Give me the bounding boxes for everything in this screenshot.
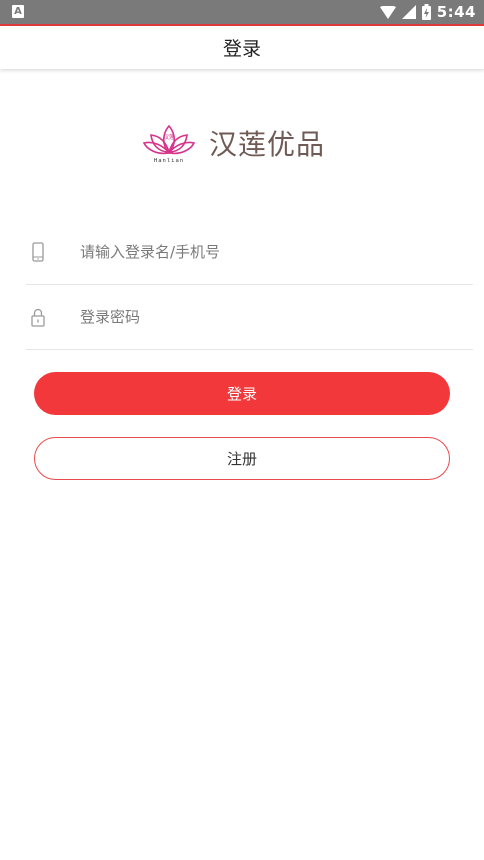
lotus-logo-icon: 汉莲 Hanlian: [143, 124, 195, 164]
logo-mark-subtext: Hanlian: [154, 158, 184, 164]
login-button[interactable]: 登录: [34, 372, 450, 415]
phone-icon: [32, 242, 44, 262]
status-bar: A 5:44: [0, 0, 484, 24]
app-notification-icon: A: [12, 5, 24, 18]
lock-icon: [31, 308, 45, 327]
signal-icon: [401, 5, 416, 19]
wifi-icon: [379, 5, 396, 19]
password-input[interactable]: [80, 302, 460, 332]
battery-icon: [421, 4, 431, 20]
brand-name: 汉莲优品: [209, 128, 326, 161]
username-input[interactable]: [80, 237, 460, 267]
status-icons: 5:44: [379, 0, 476, 24]
header-bar: 登录: [0, 26, 484, 69]
status-time: 5:44: [436, 3, 476, 21]
password-field: [26, 286, 473, 350]
brand-logo: 汉莲 Hanlian 汉莲优品: [143, 122, 325, 164]
logo-mark-text: 汉莲: [163, 133, 175, 141]
register-button[interactable]: 注册: [34, 437, 450, 480]
username-field: [26, 221, 473, 285]
page-title: 登录: [222, 38, 261, 60]
